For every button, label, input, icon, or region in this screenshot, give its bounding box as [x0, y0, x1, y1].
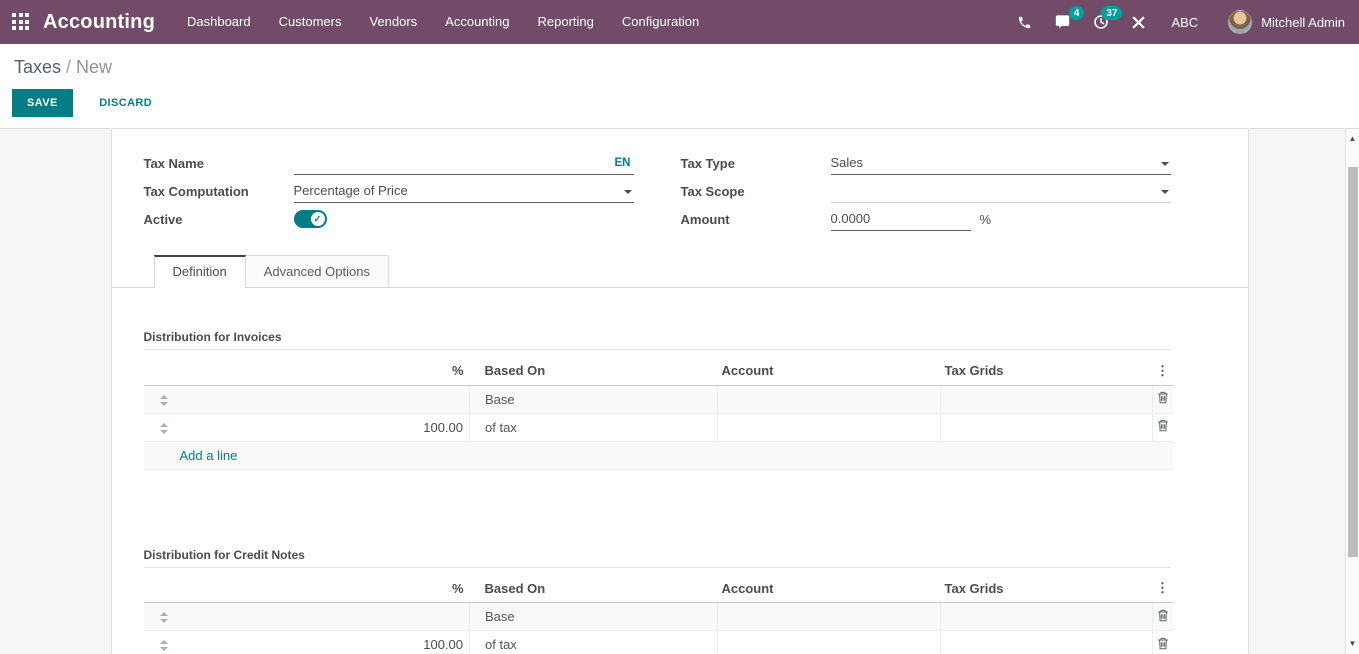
- button-box: SAVE DISCARD: [12, 89, 1359, 117]
- cell-tax-grids[interactable]: [940, 413, 1153, 442]
- active-label: Active: [143, 211, 183, 227]
- cell-account[interactable]: [717, 630, 941, 654]
- invoice-distribution-table: % Based On Account Tax Grids ⋮ Base 100.…: [143, 357, 1173, 470]
- user-name[interactable]: Mitchell Admin: [1261, 15, 1345, 30]
- avatar[interactable]: [1228, 10, 1253, 34]
- tax-type-select[interactable]: Sales: [830, 152, 1171, 175]
- column-header-based-on[interactable]: Based On: [469, 574, 718, 603]
- navbar-systray: 4 37 ABC Mitchell Admin: [1006, 0, 1345, 44]
- apps-menu-icon[interactable]: [12, 13, 30, 31]
- tax-type-label: Tax Type: [680, 155, 735, 171]
- table-row[interactable]: 100.00 of tax: [143, 630, 1173, 654]
- drag-handle-icon[interactable]: [159, 612, 168, 624]
- tax-scope-label: Tax Scope: [680, 183, 745, 199]
- nav-item-vendors[interactable]: Vendors: [355, 0, 431, 44]
- phone-icon[interactable]: [1006, 0, 1043, 44]
- tax-name-field[interactable]: EN: [293, 152, 634, 175]
- column-header-tax-grids[interactable]: Tax Grids: [940, 357, 1153, 386]
- table-row[interactable]: Base: [143, 602, 1173, 631]
- drag-handle-icon[interactable]: [159, 422, 168, 434]
- nav-item-configuration[interactable]: Configuration: [608, 0, 713, 44]
- form-view: Tax Name EN Tax Computation Percentage o…: [0, 129, 1359, 654]
- active-toggle[interactable]: ✓: [293, 210, 327, 228]
- delete-row-icon[interactable]: [1157, 419, 1169, 432]
- activities-badge: 37: [1101, 6, 1123, 20]
- scrollbar-thumb[interactable]: [1347, 167, 1358, 557]
- cell-percent[interactable]: [183, 602, 470, 631]
- tax-name-label: Tax Name: [143, 155, 204, 171]
- credit-note-distribution-title: Distribution for Credit Notes: [143, 548, 1171, 568]
- drag-handle-icon[interactable]: [159, 394, 168, 406]
- cell-percent[interactable]: 100.00: [183, 630, 470, 654]
- breadcrumb-current: New: [76, 57, 113, 77]
- cell-account[interactable]: [717, 413, 941, 442]
- tools-icon[interactable]: [1120, 0, 1157, 44]
- activities-icon[interactable]: 37: [1082, 0, 1123, 44]
- table-row[interactable]: 100.00 of tax: [143, 413, 1173, 442]
- scroll-down-icon[interactable]: ▼: [1346, 637, 1359, 651]
- cell-percent[interactable]: [183, 385, 470, 414]
- toggle-check-icon: ✓: [310, 212, 325, 226]
- cell-based-on[interactable]: Base: [469, 602, 718, 631]
- column-header-percent[interactable]: %: [183, 357, 470, 386]
- drag-handle-icon[interactable]: [159, 640, 168, 652]
- cell-based-on[interactable]: of tax: [469, 630, 718, 654]
- column-header-percent[interactable]: %: [183, 574, 470, 603]
- discard-button[interactable]: DISCARD: [90, 89, 161, 117]
- column-header-account[interactable]: Account: [717, 574, 941, 603]
- cell-percent[interactable]: 100.00: [183, 413, 470, 442]
- main-menu: Dashboard Customers Vendors Accounting R…: [173, 0, 713, 44]
- invoice-distribution-title: Distribution for Invoices: [143, 330, 1171, 350]
- form-sheet: Tax Name EN Tax Computation Percentage o…: [110, 129, 1249, 654]
- cell-based-on[interactable]: Base: [469, 385, 718, 414]
- nav-item-reporting[interactable]: Reporting: [524, 0, 608, 44]
- column-header-based-on[interactable]: Based On: [469, 357, 718, 386]
- app-name[interactable]: Accounting: [43, 11, 155, 34]
- tab-definition[interactable]: Definition: [153, 255, 246, 288]
- tax-computation-label: Tax Computation: [143, 183, 249, 199]
- amount-label: Amount: [680, 211, 730, 227]
- breadcrumb-parent[interactable]: Taxes: [14, 57, 61, 77]
- tax-computation-select[interactable]: Percentage of Price: [293, 180, 634, 203]
- tab-advanced-options[interactable]: Advanced Options: [245, 255, 389, 288]
- scroll-up-icon[interactable]: ▲: [1346, 132, 1359, 146]
- amount-input[interactable]: 0.0000: [830, 208, 971, 231]
- nav-item-customers[interactable]: Customers: [265, 0, 356, 44]
- add-line-row: Add a line: [143, 441, 1173, 470]
- chevron-down-icon[interactable]: [623, 189, 632, 194]
- breadcrumb-separator: /: [66, 57, 72, 77]
- column-header-tax-grids[interactable]: Tax Grids: [940, 574, 1153, 603]
- column-header-account[interactable]: Account: [717, 357, 941, 386]
- nav-item-accounting[interactable]: Accounting: [431, 0, 523, 44]
- messages-icon[interactable]: 4: [1043, 0, 1085, 44]
- breadcrumb: Taxes / New: [14, 57, 1359, 78]
- cell-tax-grids[interactable]: [940, 630, 1153, 654]
- cell-tax-grids[interactable]: [940, 385, 1153, 414]
- cell-tax-grids[interactable]: [940, 602, 1153, 631]
- optional-columns-icon[interactable]: ⋮: [1153, 580, 1173, 596]
- vertical-scrollbar[interactable]: ▲ ▼: [1345, 129, 1359, 654]
- chevron-down-icon[interactable]: [1160, 161, 1169, 166]
- nav-item-dashboard[interactable]: Dashboard: [173, 0, 265, 44]
- top-navbar: Accounting Dashboard Customers Vendors A…: [0, 0, 1359, 44]
- tax-scope-select[interactable]: [830, 180, 1171, 203]
- company-switcher[interactable]: ABC: [1171, 15, 1198, 30]
- language-tag[interactable]: EN: [615, 157, 634, 169]
- notebook-tabs: Definition Advanced Options: [111, 255, 1248, 288]
- cell-account[interactable]: [717, 385, 941, 414]
- save-button[interactable]: SAVE: [12, 89, 73, 117]
- chevron-down-icon[interactable]: [1160, 189, 1169, 194]
- cell-account[interactable]: [717, 602, 941, 631]
- optional-columns-icon[interactable]: ⋮: [1153, 363, 1173, 379]
- add-line-link[interactable]: Add a line: [180, 448, 238, 463]
- tax-form-fields: Tax Name EN Tax Computation Percentage o…: [144, 149, 1171, 233]
- table-row[interactable]: Base: [143, 385, 1173, 414]
- delete-row-icon[interactable]: [1157, 609, 1169, 622]
- credit-note-distribution-table: % Based On Account Tax Grids ⋮ Base 100.…: [143, 574, 1173, 654]
- cell-based-on[interactable]: of tax: [469, 413, 718, 442]
- control-panel: Taxes / New SAVE DISCARD: [0, 44, 1359, 129]
- percent-suffix: %: [979, 211, 992, 227]
- delete-row-icon[interactable]: [1157, 637, 1169, 650]
- delete-row-icon[interactable]: [1157, 391, 1169, 404]
